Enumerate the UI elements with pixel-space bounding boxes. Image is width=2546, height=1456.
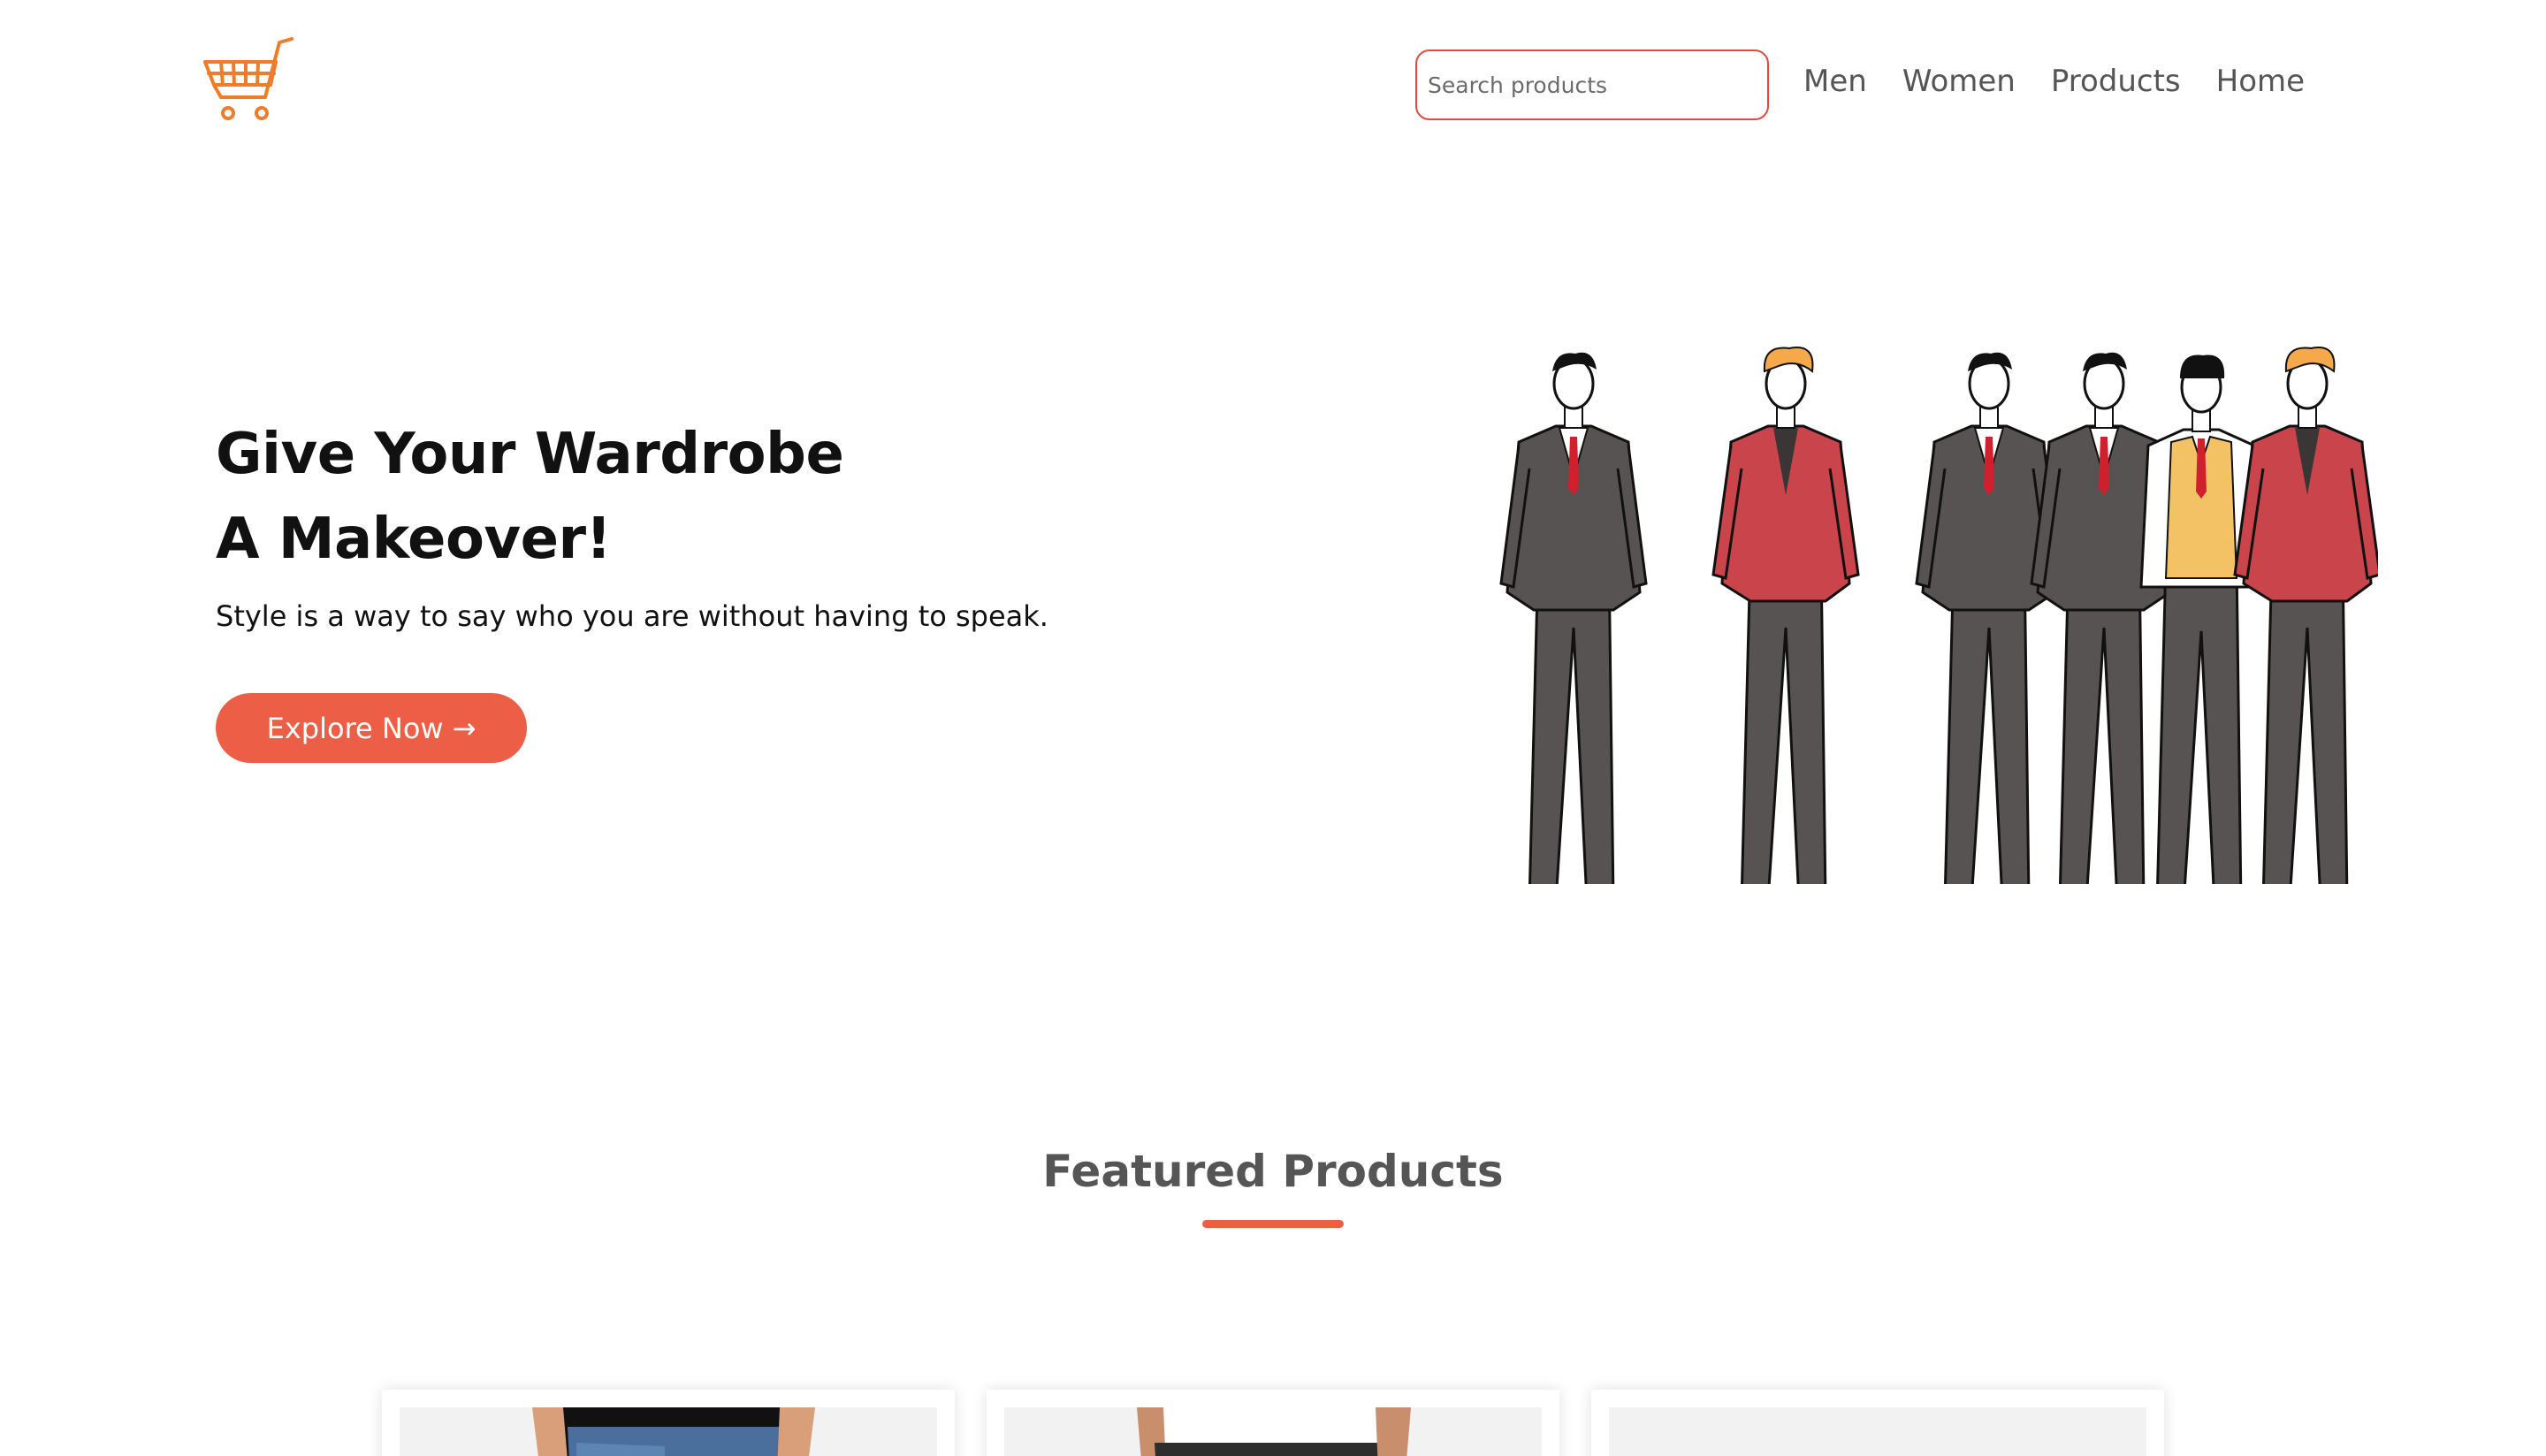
search-input[interactable]: [1415, 50, 1769, 120]
main-nav: Men Women Products Home: [1803, 64, 2305, 99]
suited-people-illustration: [1499, 346, 2378, 884]
product-card-3[interactable]: [1591, 1390, 2164, 1456]
product-card-2[interactable]: [987, 1390, 1559, 1456]
featured-products-title: Featured Products: [1042, 1146, 1504, 1197]
jeans-product-image[interactable]: [400, 1407, 937, 1456]
featured-underline: [1202, 1220, 1344, 1228]
hero-title-line-2: A Makeover!: [216, 507, 612, 572]
hero-subtitle: Style is a way to say who you are withou…: [216, 599, 1048, 633]
page: Men Women Products Home Give Your Wardro…: [0, 0, 2546, 1456]
hero-title: Give Your Wardrobe A Makeover!: [216, 412, 844, 582]
shopping-cart-icon[interactable]: [202, 35, 295, 126]
nav-link-home[interactable]: Home: [2216, 64, 2305, 99]
arrow-right-icon: →: [452, 711, 476, 745]
nav-link-men[interactable]: Men: [1803, 64, 1867, 99]
explore-now-label: Explore Now: [266, 711, 444, 745]
nav-link-women[interactable]: Women: [1902, 64, 2016, 99]
blank-product-image[interactable]: [1609, 1407, 2146, 1456]
hero-title-line-1: Give Your Wardrobe: [216, 422, 844, 487]
tshirt-product-image[interactable]: [1004, 1407, 1542, 1456]
product-card-1[interactable]: [382, 1390, 955, 1456]
explore-now-button[interactable]: Explore Now →: [216, 693, 527, 763]
nav-link-products[interactable]: Products: [2051, 64, 2181, 99]
